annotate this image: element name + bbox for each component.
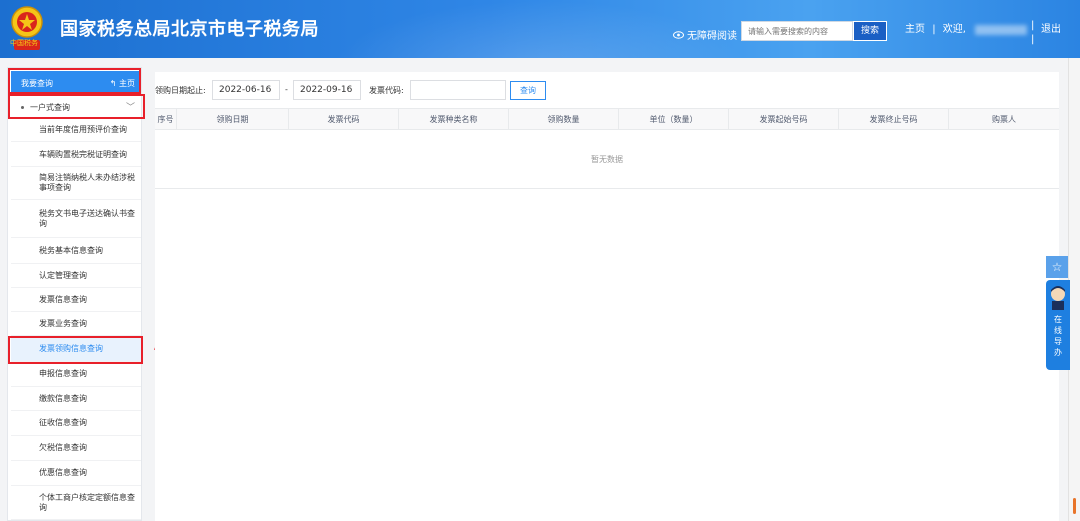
sidebar-item[interactable]: 车辆购置税完税证明查询: [11, 143, 141, 167]
sidebar-home-link[interactable]: ↰ 主页: [110, 78, 135, 89]
sidebar-item[interactable]: 欠税信息查询: [11, 436, 141, 461]
username-redacted: [975, 25, 1027, 35]
search-button[interactable]: 搜索: [853, 21, 887, 41]
site-header: 中国税务 国家税务总局北京市电子税务局 无障碍阅读 搜索 主页 | 欢迎, | …: [0, 0, 1080, 58]
results-table: 序号 领购日期 发票代码 发票种类名称 领购数量 单位（数量） 发票起始号码 发票终止号码 购票…: [155, 108, 1059, 189]
scrollbar-thumb[interactable]: [1073, 498, 1076, 514]
column-header: 购票人: [992, 114, 1016, 124]
user-service-icon[interactable]: ☆: [1046, 256, 1068, 278]
sidebar-group-label: 一户式查询: [30, 102, 70, 112]
column-header: 发票起始号码: [729, 109, 839, 129]
agent-avatar-icon: [1051, 286, 1065, 310]
sidebar-item[interactable]: 认定管理查询: [11, 264, 141, 288]
filter-bar: 领购日期起止: 2022-06-16 - 2022-09-16 发票代码: 查询: [155, 80, 1059, 100]
sidebar: 我要查询 ↰ 主页 一户式查询 ﹀ 当前年度信用预评价查询 车辆购置税完税证明查询…: [7, 67, 142, 521]
site-title[interactable]: 国家税务总局北京市电子税务局: [60, 15, 319, 41]
sidebar-item[interactable]: 优惠信息查询: [11, 461, 141, 486]
header-separator-2: |: [1031, 20, 1035, 31]
online-guide-label: 在线导办: [1054, 315, 1062, 357]
sidebar-item[interactable]: 缴款信息查询: [11, 387, 141, 411]
date-range-separator: -: [285, 85, 288, 94]
start-date-input[interactable]: 2022-06-16: [212, 80, 280, 100]
header-separator: |: [932, 24, 936, 35]
online-guide-tab[interactable]: 在线导办: [1046, 280, 1070, 370]
sidebar-item[interactable]: 发票信息查询: [11, 288, 141, 312]
column-header: 发票种类名称: [399, 109, 509, 129]
table-header: 序号 领购日期 发票代码 发票种类名称 领购数量 单位（数量） 发票起始号码 发票终止号码 购票…: [155, 108, 1059, 130]
sidebar-item[interactable]: 申报信息查询: [11, 362, 141, 387]
accessibility-label: 无障碍阅读: [687, 31, 737, 42]
home-link[interactable]: 主页: [905, 24, 925, 35]
invoice-code-input[interactable]: [410, 80, 506, 100]
invoice-code-label: 发票代码:: [369, 86, 404, 95]
purchase-date-label: 领购日期起止:: [155, 86, 206, 95]
sidebar-item[interactable]: 个体工商户核定定额信息查询: [11, 486, 141, 520]
sidebar-item[interactable]: 发票业务查询: [11, 312, 141, 336]
bullet-icon: [21, 105, 24, 109]
column-header: 序号: [155, 109, 177, 129]
header-separator-3: |: [1031, 34, 1035, 45]
sidebar-item[interactable]: 税务文书电子送达确认书查询: [11, 200, 141, 238]
column-header: 发票终止号码: [839, 109, 949, 129]
welcome-text: 欢迎,: [942, 24, 966, 35]
query-button[interactable]: 查询: [510, 81, 546, 100]
search-input[interactable]: [741, 21, 853, 41]
sidebar-home-label: 主页: [119, 78, 135, 88]
accessibility-link[interactable]: 无障碍阅读: [673, 27, 737, 42]
sidebar-item[interactable]: 征收信息查询: [11, 411, 141, 436]
logout-link[interactable]: 退出: [1041, 20, 1061, 35]
column-header: 领购数量: [509, 109, 619, 129]
sidebar-item[interactable]: 发票领购信息查询: [11, 337, 141, 362]
sidebar-item[interactable]: 简易注销纳税人未办结涉税事项查询: [11, 167, 141, 200]
sidebar-group-household-query[interactable]: 一户式查询 ﹀: [11, 97, 141, 117]
back-arrow-icon: ↰: [109, 78, 117, 88]
column-header: 发票代码: [289, 109, 399, 129]
sidebar-item[interactable]: 税务基本信息查询: [11, 238, 141, 264]
chevron-down-icon: ﹀: [125, 103, 135, 113]
eye-icon: [673, 30, 684, 39]
emblem-caption: 中国税务: [10, 39, 38, 47]
header-links: 主页 | 欢迎,: [905, 20, 970, 35]
column-header: 领购日期: [177, 109, 289, 129]
sidebar-header-label: 我要查询: [21, 78, 53, 88]
sidebar-header[interactable]: 我要查询 ↰ 主页: [11, 71, 141, 95]
sidebar-item[interactable]: 当前年度信用预评价查询: [11, 118, 141, 142]
end-date-input[interactable]: 2022-09-16: [293, 80, 361, 100]
empty-state-text: 暂无数据: [591, 154, 623, 164]
main-panel: 领购日期起止: 2022-06-16 - 2022-09-16 发票代码: 查询…: [155, 72, 1059, 521]
column-header: 单位（数量）: [619, 109, 729, 129]
